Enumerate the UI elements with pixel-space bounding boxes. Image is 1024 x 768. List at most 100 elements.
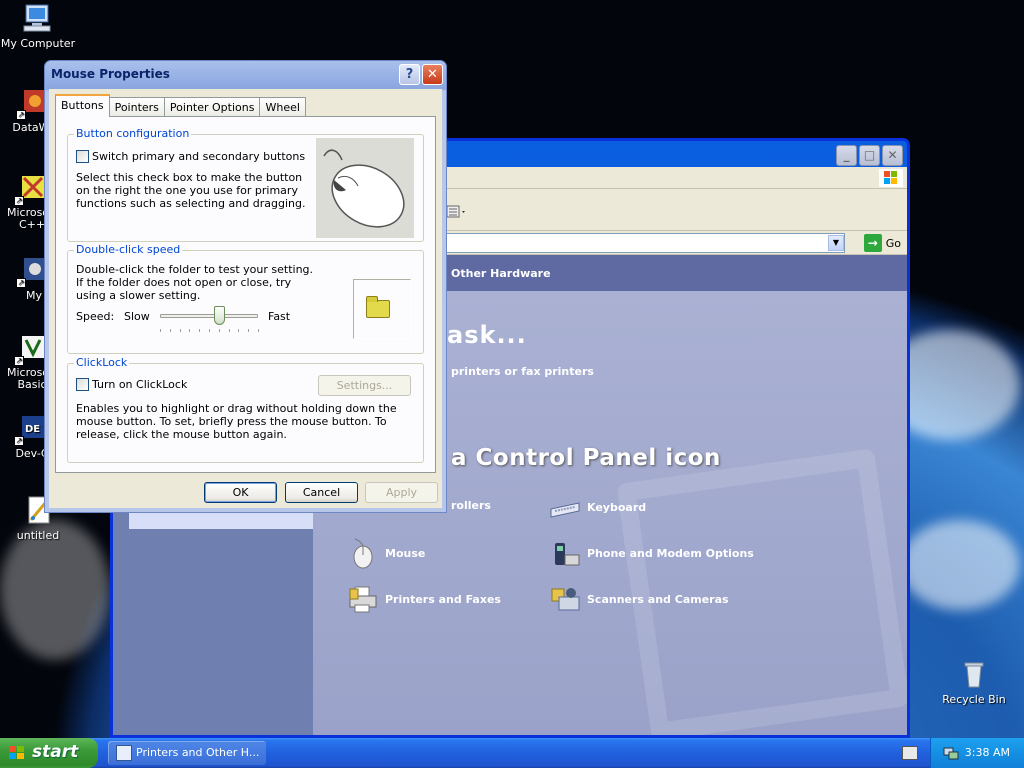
recycle-bin-icon [958,658,990,690]
slider-tick [258,329,259,332]
cp-item-label: rollers [451,499,491,512]
clicklock-settings-button[interactable]: Settings... [318,375,411,396]
phone-icon [549,537,581,569]
dialog-title: Mouse Properties [51,67,170,81]
desktop-icon-recycle-bin[interactable]: Recycle Bin [936,658,1012,706]
desktop-icon-label: My Computer [0,37,76,50]
double-click-description: Double-click the folder to test your set… [76,263,314,302]
taskbar-button-control-panel[interactable]: Printers and Other H... [108,741,266,765]
system-tray: 3:38 AM [930,738,1024,768]
shortcut-arrow-icon: ↗ [16,278,26,288]
group-legend: ClickLock [74,356,130,369]
group-legend: Button configuration [74,127,192,140]
cp-item-label: Scanners and Cameras [587,592,729,606]
clicklock-label[interactable]: Turn on ClickLock [92,378,187,391]
slow-label: Slow [124,310,150,323]
shortcut-arrow-icon: ↗ [14,196,24,206]
switch-buttons-checkbox[interactable] [76,150,89,163]
slider-tick [248,329,250,332]
svg-text:DE: DE [25,424,40,435]
mouse-icon [323,149,405,228]
cp-item-label: Mouse [385,546,426,560]
cp-item-phone-modem[interactable]: Phone and Modem Options [549,537,754,569]
clock[interactable]: 3:38 AM [965,746,1010,759]
desktop-icon-label: untitled [16,529,60,542]
scanner-icon [549,583,581,615]
control-panel-icon [116,745,132,761]
close-button[interactable]: ✕ [882,145,903,166]
go-label: Go [885,236,901,250]
cp-item-game-controllers[interactable]: rollers [451,499,491,512]
start-button[interactable]: start [0,738,98,768]
tab-buttons[interactable]: Buttons [55,94,110,117]
speed-slider-track[interactable] [160,314,258,318]
shortcut-arrow-icon: ↗ [14,356,24,366]
cp-item-label: Printers and Faxes [385,592,501,606]
tab-pointer-options[interactable]: Pointer Options [163,97,261,117]
clicklock-description: Enables you to highlight or drag without… [76,402,397,441]
help-button[interactable]: ? [399,64,420,85]
cp-item-keyboard[interactable]: Keyboard [549,491,646,523]
speed-label: Speed: [76,310,115,323]
slider-tick [160,329,161,332]
shortcut-arrow-icon: ↗ [14,436,24,446]
slider-tick [238,329,240,332]
slider-tick [179,329,181,332]
clicklock-checkbox[interactable] [76,378,89,391]
views-icon[interactable] [446,205,468,219]
dialog-client-area: Buttons Pointers Pointer Options Wheel B… [49,89,442,508]
cancel-button[interactable]: Cancel [285,482,358,503]
slider-tick [209,329,210,332]
cp-item-label: Keyboard [587,500,647,514]
apply-button[interactable]: Apply [365,482,438,503]
minimize-button[interactable]: _ [836,145,857,166]
desktop-icon-my-computer[interactable]: My Computer [0,2,76,50]
mouse-properties-dialog[interactable]: Mouse Properties ? ✕ Buttons Pointers Po… [44,60,447,513]
go-button[interactable]: → Go [863,234,901,252]
group-legend: Double-click speed [74,243,183,256]
speed-slider-thumb[interactable] [213,306,225,325]
slider-tick [218,329,220,332]
button-config-description: Select this check box to make the button… [76,171,306,210]
buttons-tab-panel: Button configuration Switch primary and … [55,116,436,473]
cp-item-printers-faxes[interactable]: Printers and Faxes [347,583,501,615]
cp-item-label: Phone and Modem Options [587,546,754,560]
mouse-illustration [316,138,414,238]
keyboard-tray-icon[interactable] [902,746,918,760]
pick-icon-heading: a Control Panel icon [451,445,721,471]
pick-task-heading: ask... [447,321,527,349]
network-tray-icon[interactable] [943,745,959,761]
desktop-icon-label: Recycle Bin [942,693,1006,706]
windows-logo-icon [8,745,26,761]
printer-icon [347,583,379,615]
cp-item-scanners-cameras[interactable]: Scanners and Cameras [549,583,729,615]
computer-icon [22,2,54,34]
clicklock-group: ClickLock Turn on ClickLock Settings... … [67,356,424,463]
keyboard-icon [549,491,581,523]
wallpaper-cloud [900,520,1020,610]
maximize-button[interactable]: □ [859,145,880,166]
chevron-down-icon[interactable]: ▼ [828,235,844,251]
close-button[interactable]: ✕ [422,64,443,85]
tab-wheel[interactable]: Wheel [259,97,306,117]
switch-buttons-label[interactable]: Switch primary and secondary buttons [92,150,305,163]
tab-pointers[interactable]: Pointers [108,97,165,117]
button-configuration-group: Button configuration Switch primary and … [67,127,424,242]
go-arrow-icon: → [863,234,882,252]
slider-tick [228,329,230,332]
start-label: start [32,742,79,762]
slider-tick [169,329,171,332]
ok-button[interactable]: OK [204,482,277,503]
folder-icon [366,296,390,318]
shortcut-arrow-icon: ↗ [16,110,26,120]
double-click-speed-group: Double-click speed Double-click the fold… [67,243,424,354]
task-link[interactable]: printers or fax printers [451,365,594,378]
fast-label: Fast [268,310,291,323]
cp-item-mouse[interactable]: Mouse [347,537,425,569]
taskbar: start Printers and Other H... 3:38 AM [0,738,1024,768]
tab-strip: Buttons Pointers Pointer Options Wheel [55,94,306,117]
windows-logo-icon [879,169,903,187]
test-folder-area[interactable] [353,279,411,339]
taskbar-button-label: Printers and Other H... [136,746,260,759]
slider-tick [199,329,201,332]
